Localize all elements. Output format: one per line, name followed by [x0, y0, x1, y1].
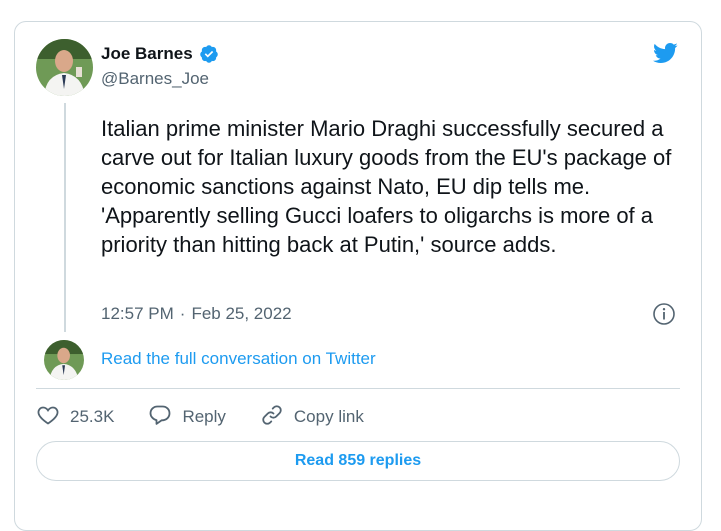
verified-badge-icon — [199, 44, 219, 64]
author-avatar[interactable] — [36, 39, 93, 96]
copy-link-button[interactable]: Copy link — [260, 403, 364, 432]
thread-line — [64, 103, 66, 332]
conversation-avatar[interactable] — [44, 340, 84, 380]
copy-link-label: Copy link — [293, 407, 364, 426]
heart-icon — [36, 403, 60, 432]
meta-separator: · — [179, 304, 186, 323]
like-count: 25.3K — [70, 407, 115, 426]
twitter-bird-icon[interactable] — [650, 40, 680, 66]
read-replies-button[interactable]: Read 859 replies — [36, 441, 680, 481]
speech-bubble-icon — [148, 403, 172, 432]
reply-button[interactable]: Reply — [148, 403, 226, 432]
tweet-date[interactable]: Feb 25, 2022 — [191, 304, 291, 324]
author-name[interactable]: Joe Barnes — [101, 44, 193, 64]
tweet-actions: 25.3K Reply Copy link — [36, 404, 398, 430]
like-button[interactable]: 25.3K — [36, 403, 114, 432]
author-handle[interactable]: @Barnes_Joe — [101, 69, 209, 89]
info-icon[interactable] — [652, 302, 676, 326]
author-name-row[interactable]: Joe Barnes — [101, 44, 219, 64]
tweet-timestamp[interactable]: 12:57 PM · Feb 25, 2022 — [101, 304, 292, 324]
read-conversation-link[interactable]: Read the full conversation on Twitter — [101, 349, 376, 369]
reply-label: Reply — [182, 407, 226, 426]
divider — [36, 388, 680, 389]
tweet-time[interactable]: 12:57 PM — [101, 304, 174, 324]
link-icon — [260, 403, 284, 432]
tweet-text: Italian prime minister Mario Draghi succ… — [101, 116, 672, 257]
